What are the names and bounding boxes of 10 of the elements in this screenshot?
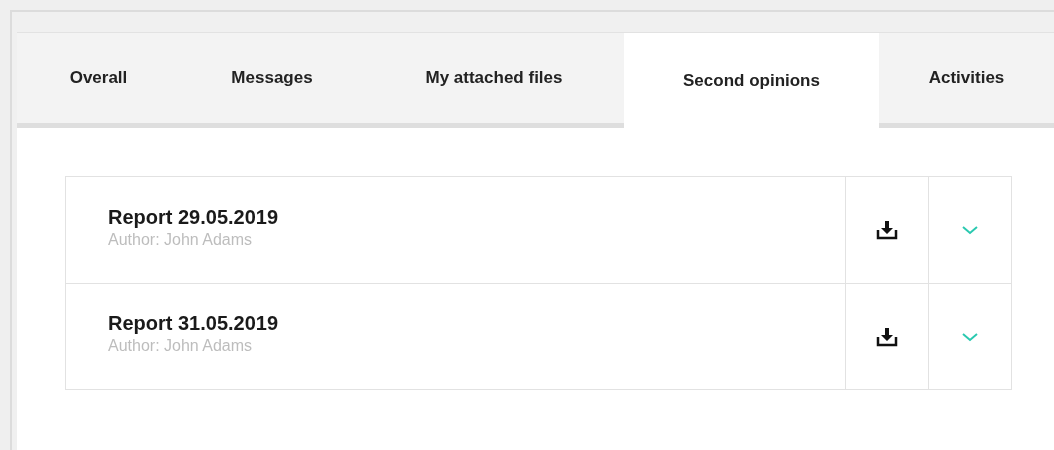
tab[interactable]: Activities: [879, 33, 1054, 128]
report-author: Author: John Adams: [108, 336, 254, 356]
tab[interactable]: Overall: [17, 33, 180, 128]
report-title: Report 31.05.2019: [108, 311, 280, 336]
download-icon[interactable]: [876, 220, 898, 240]
report-title: Report 29.05.2019: [108, 204, 280, 230]
tab[interactable]: Messages: [180, 33, 364, 128]
tab[interactable]: My attached files: [364, 33, 624, 128]
report-author: Author: John Adams: [108, 229, 254, 250]
download-icon[interactable]: [876, 326, 898, 347]
